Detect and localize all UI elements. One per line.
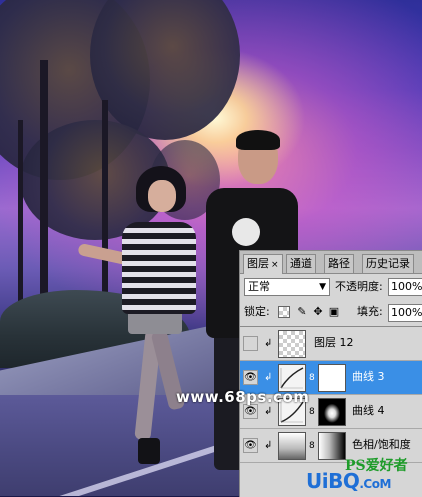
blend-opacity-row: 正常 ▼ 不透明度: 100% [240, 276, 422, 300]
shirt-logo [232, 218, 260, 246]
lock-label: 锁定: [244, 305, 270, 318]
layer-name: 色相/饱和度 [352, 438, 411, 451]
fill-field[interactable]: 100% [388, 304, 422, 322]
hue-saturation-icon [278, 432, 306, 460]
tree-trunk [102, 100, 108, 300]
padlock-icon[interactable]: ▣ [328, 306, 340, 318]
watermark-68ps: www.68ps.com [176, 388, 310, 406]
tab-channels[interactable]: 通道 [286, 254, 316, 273]
layer-name: 曲线 4 [352, 404, 385, 417]
fill-label: 填充: [357, 305, 383, 318]
tab-label: 历史记录 [366, 257, 410, 270]
layer-name: 图层 12 [314, 336, 354, 349]
close-icon[interactable]: × [271, 260, 279, 270]
blend-mode-select[interactable]: 正常 ▼ [244, 278, 330, 296]
brush-lock-icon[interactable]: ✎ [296, 306, 308, 318]
watermark-uibq-suffix: .CoM [359, 477, 391, 491]
layer-thumbnail [278, 330, 306, 358]
chain-link-icon[interactable]: 8 [309, 372, 315, 384]
man-hair [236, 130, 280, 150]
watermark-uibq: UiBQ.CoM [306, 469, 391, 493]
lock-fill-row: 锁定: ✎ ✥ ▣ 填充: 100% [240, 303, 422, 325]
visibility-toggle[interactable] [243, 336, 258, 351]
woman-striped-shirt [122, 222, 196, 314]
tab-paths[interactable]: 路径 [324, 254, 354, 273]
eye-icon[interactable]: 👁 [243, 370, 258, 385]
clip-arrow-icon: ↲ [264, 406, 273, 417]
opacity-field[interactable]: 100% [388, 278, 422, 296]
woman-shoe [138, 438, 160, 464]
dropdown-arrow-icon: ▼ [319, 282, 326, 292]
woman-face [148, 180, 176, 212]
tab-label: 通道 [290, 257, 312, 270]
tree-trunk [18, 120, 23, 320]
layer-row[interactable]: ↲ 图层 12 [240, 327, 422, 361]
watermark-uibq-main: UiBQ [306, 469, 360, 493]
layer-mask-thumbnail[interactable] [318, 398, 346, 426]
tab-label: 图层 [247, 257, 269, 270]
opacity-label: 不透明度: [335, 280, 383, 293]
clip-arrow-icon: ↲ [264, 372, 273, 383]
eye-icon[interactable]: 👁 [243, 438, 258, 453]
tree-trunk [40, 60, 48, 310]
chain-link-icon[interactable]: 8 [309, 406, 315, 418]
tab-layers[interactable]: 图层 × [243, 254, 283, 274]
move-lock-icon[interactable]: ✥ [312, 306, 324, 318]
layer-mask-thumbnail[interactable] [318, 364, 346, 392]
panel-tab-bar: 图层 × 通道 路径 历史记录 [240, 251, 422, 274]
layer-name: 曲线 3 [352, 370, 385, 383]
clip-arrow-icon: ↲ [264, 338, 273, 349]
clip-arrow-icon: ↲ [264, 440, 273, 451]
transparency-lock-icon[interactable] [278, 306, 290, 318]
eye-icon[interactable]: 👁 [243, 404, 258, 419]
chain-link-icon[interactable]: 8 [309, 440, 315, 452]
blend-mode-value: 正常 [248, 280, 270, 293]
tab-label: 路径 [328, 257, 350, 270]
layer-mask-thumbnail[interactable] [318, 432, 346, 460]
tab-history[interactable]: 历史记录 [362, 254, 414, 273]
